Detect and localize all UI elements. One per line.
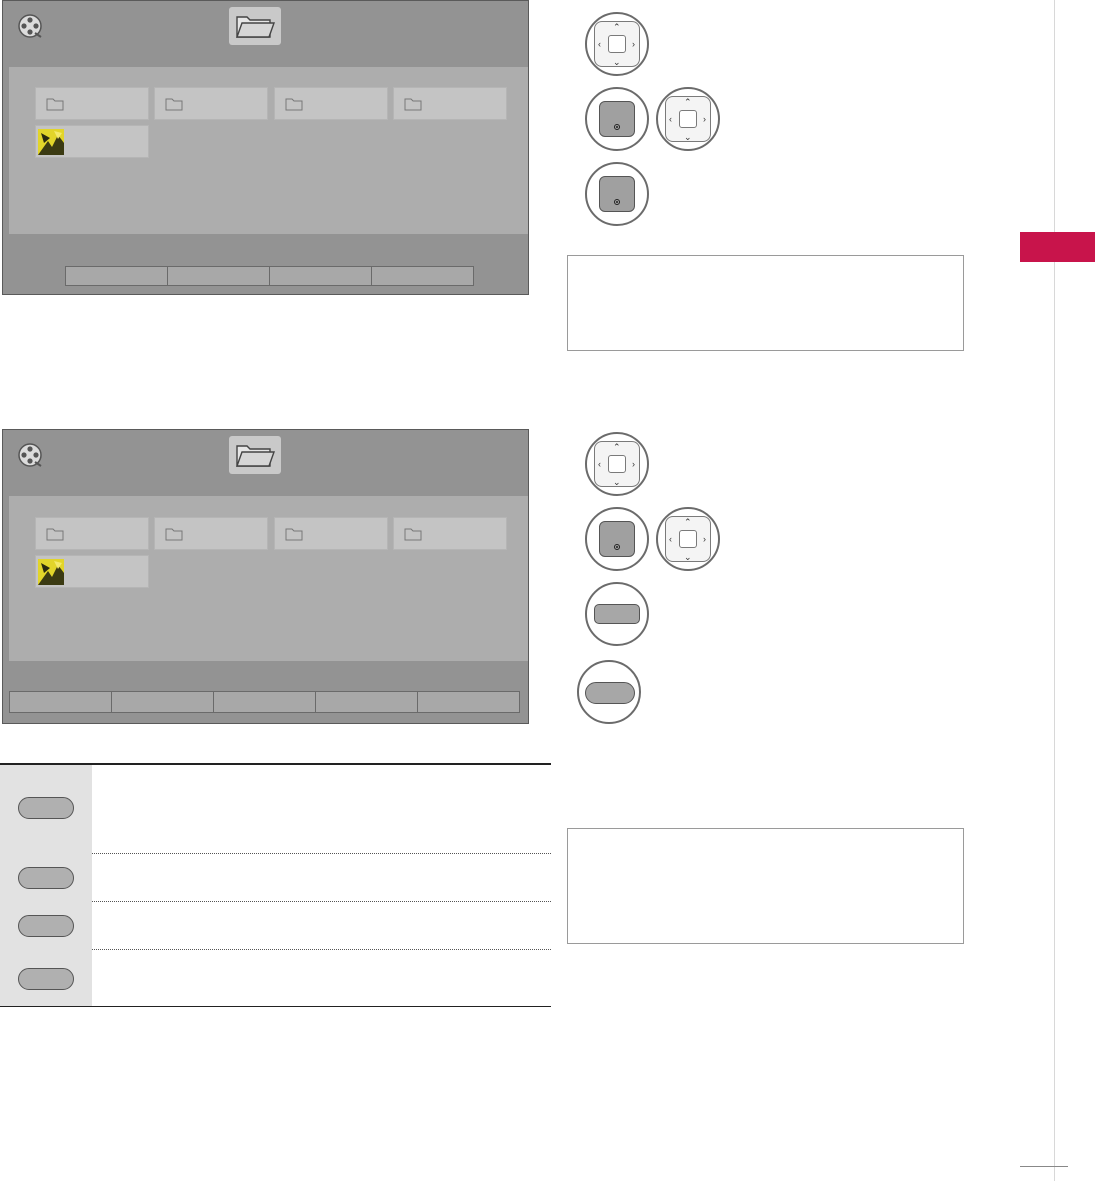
folder-icon bbox=[46, 98, 64, 111]
page-divider-rule bbox=[1054, 0, 1055, 1181]
screen-option-button[interactable] bbox=[417, 691, 520, 713]
screen-button-bar bbox=[65, 266, 474, 286]
folder-icon bbox=[285, 528, 303, 541]
folder-item[interactable] bbox=[154, 517, 268, 550]
ok-button-icon bbox=[585, 162, 649, 226]
ok-button-icon bbox=[585, 87, 649, 151]
color-button-icon bbox=[577, 660, 641, 724]
button-function-table bbox=[0, 763, 551, 1008]
photo-item[interactable] bbox=[35, 125, 149, 158]
folder-icon bbox=[165, 528, 183, 541]
folder-item[interactable] bbox=[274, 517, 388, 550]
ok-button-icon bbox=[585, 507, 649, 571]
navigation-dpad-icon: ⌃ ⌄ ‹ › bbox=[656, 507, 720, 571]
folder-item[interactable] bbox=[35, 87, 149, 120]
screen-option-button[interactable] bbox=[315, 691, 418, 713]
screen-option-button[interactable] bbox=[269, 266, 372, 286]
screen-option-button[interactable] bbox=[213, 691, 316, 713]
table-bottom-rule bbox=[0, 1006, 551, 1007]
table-row-divider bbox=[92, 949, 551, 950]
photo-thumbnail bbox=[38, 129, 64, 155]
folder-item[interactable] bbox=[274, 87, 388, 120]
folder-up-button[interactable] bbox=[229, 436, 281, 474]
photo-item[interactable] bbox=[35, 555, 149, 588]
screen-option-button[interactable] bbox=[111, 691, 214, 713]
folder-icon bbox=[46, 528, 64, 541]
media-reel-icon bbox=[18, 14, 42, 38]
table-row-divider bbox=[92, 853, 551, 854]
folder-item[interactable] bbox=[393, 87, 507, 120]
color-button-icon bbox=[18, 915, 74, 937]
media-reel-icon bbox=[18, 443, 42, 467]
tv-screen-photo-list-2 bbox=[2, 429, 529, 724]
folder-item[interactable] bbox=[35, 517, 149, 550]
page-number-rule bbox=[1020, 1166, 1068, 1167]
file-list-panel bbox=[9, 496, 528, 661]
navigation-dpad-icon: ⌃ ⌄ ‹ › bbox=[585, 12, 649, 76]
section-side-tab bbox=[1020, 232, 1095, 262]
color-button-icon bbox=[18, 968, 74, 990]
file-list-panel bbox=[9, 67, 528, 234]
folder-open-icon bbox=[236, 445, 275, 467]
folder-icon bbox=[404, 528, 422, 541]
note-box-1 bbox=[567, 255, 964, 351]
screen-button-bar bbox=[9, 691, 520, 713]
folder-icon bbox=[285, 98, 303, 111]
color-button-icon bbox=[18, 797, 74, 819]
screen-option-button[interactable] bbox=[65, 266, 168, 286]
folder-item[interactable] bbox=[393, 517, 507, 550]
table-row-divider bbox=[92, 901, 551, 902]
folder-open-icon bbox=[236, 16, 275, 38]
photo-thumbnail bbox=[38, 559, 64, 585]
color-button-icon bbox=[18, 867, 74, 889]
folder-item[interactable] bbox=[154, 87, 268, 120]
navigation-dpad-icon: ⌃ ⌄ ‹ › bbox=[585, 432, 649, 496]
folder-up-button[interactable] bbox=[229, 7, 281, 45]
note-box-2 bbox=[567, 828, 964, 944]
screen-option-button[interactable] bbox=[371, 266, 474, 286]
screen-option-button[interactable] bbox=[9, 691, 112, 713]
color-button-icon bbox=[585, 582, 649, 646]
navigation-dpad-icon: ⌃ ⌄ ‹ › bbox=[656, 87, 720, 151]
tv-screen-photo-list-1 bbox=[2, 0, 529, 295]
folder-icon bbox=[165, 98, 183, 111]
folder-icon bbox=[404, 98, 422, 111]
screen-option-button[interactable] bbox=[167, 266, 270, 286]
